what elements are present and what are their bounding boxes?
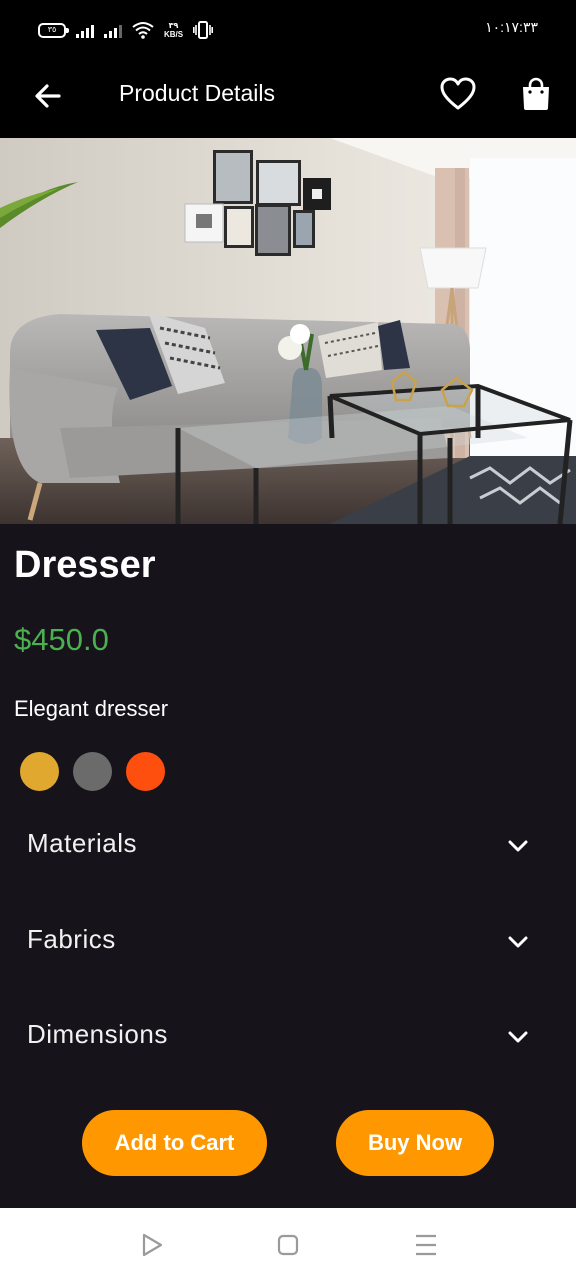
chevron-down-icon xyxy=(508,1031,528,1043)
accordion-materials[interactable]: Materials xyxy=(0,812,576,892)
speed-value: ٣٩ xyxy=(168,21,179,30)
color-swatch-orange[interactable] xyxy=(126,752,165,791)
buy-now-button[interactable]: Buy Now xyxy=(336,1110,494,1176)
accordion-dimensions[interactable]: Dimensions xyxy=(0,1003,576,1083)
chevron-down-icon xyxy=(508,840,528,852)
product-image xyxy=(0,138,576,524)
app-bar: Product Details xyxy=(0,60,576,138)
add-to-cart-button[interactable]: Add to Cart xyxy=(82,1110,267,1176)
accordion-label: Dimensions xyxy=(27,1019,168,1049)
product-details: Dresser $450.0 Elegant dresser Materials… xyxy=(0,524,576,1208)
cart-button[interactable] xyxy=(514,72,558,116)
arrow-left-icon xyxy=(35,84,61,108)
triangle-back-icon[interactable] xyxy=(139,1232,165,1258)
page-title: Product Details xyxy=(119,80,275,106)
status-icons: ٣٥ ٣٩ KB/S xyxy=(38,18,214,42)
menu-lines-icon[interactable] xyxy=(413,1232,439,1258)
wifi-icon xyxy=(132,22,154,39)
heart-outline-icon xyxy=(440,77,476,110)
shopping-bag-icon xyxy=(523,77,549,110)
system-navigation-bar xyxy=(0,1208,576,1280)
color-swatch-yellow[interactable] xyxy=(20,752,59,791)
square-home-icon[interactable] xyxy=(275,1232,301,1258)
status-bar: ٣٥ ٣٩ KB/S ١٠:١٧:٣٣ xyxy=(0,0,576,60)
accordion-fabrics[interactable]: Fabrics xyxy=(0,908,576,988)
signal-icon xyxy=(76,22,94,38)
signal-icon-2 xyxy=(104,22,122,38)
network-speed: ٣٩ KB/S xyxy=(164,21,183,39)
product-name: Dresser xyxy=(14,544,156,586)
favorite-button[interactable] xyxy=(436,72,480,116)
product-price: $450.0 xyxy=(14,622,109,657)
battery-level: ٣٥ xyxy=(47,25,57,34)
chevron-down-icon xyxy=(508,936,528,948)
color-swatch-gray[interactable] xyxy=(73,752,112,791)
living-room-image xyxy=(0,138,576,524)
product-description: Elegant dresser xyxy=(14,696,169,721)
vibrate-icon xyxy=(193,21,214,39)
clock: ١٠:١٧:٣٣ xyxy=(485,19,538,35)
back-button[interactable] xyxy=(26,74,70,118)
speed-unit: KB/S xyxy=(164,30,184,39)
accordion-label: Fabrics xyxy=(27,924,116,954)
accordion-label: Materials xyxy=(27,828,137,858)
color-swatches xyxy=(20,752,165,791)
battery-icon: ٣٥ xyxy=(38,22,69,38)
